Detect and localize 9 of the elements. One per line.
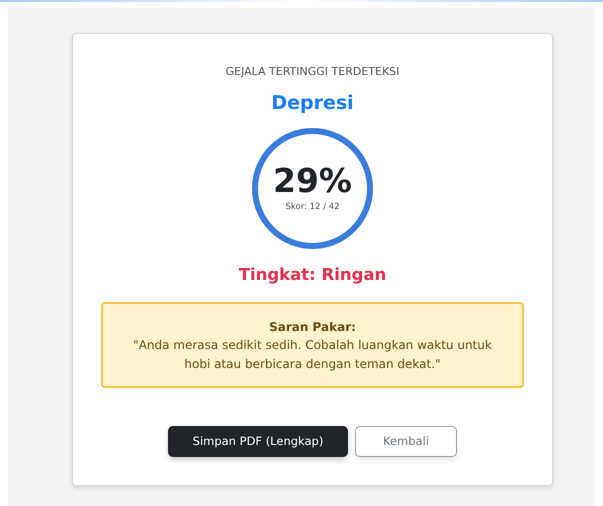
result-heading: GEJALA TERTINGGI TERDETEKSI (224, 64, 400, 80)
save-pdf-button[interactable]: Simpan PDF (Lengkap) (168, 426, 348, 458)
back-button[interactable]: Kembali (355, 426, 457, 458)
symptom-name: Depresi (270, 90, 355, 116)
advice-title: Saran Pakar: (268, 318, 357, 336)
percentage: 29% (273, 164, 352, 197)
score-text: Skor: 12 / 42 (285, 200, 340, 214)
severity-level: Tingkat: Ringan (238, 264, 388, 286)
advice-text: "Anda merasa sedikit sedih. Cobalah luangkan waktu untuk hobi atau berbicara dengan teman dekat." (132, 336, 493, 373)
